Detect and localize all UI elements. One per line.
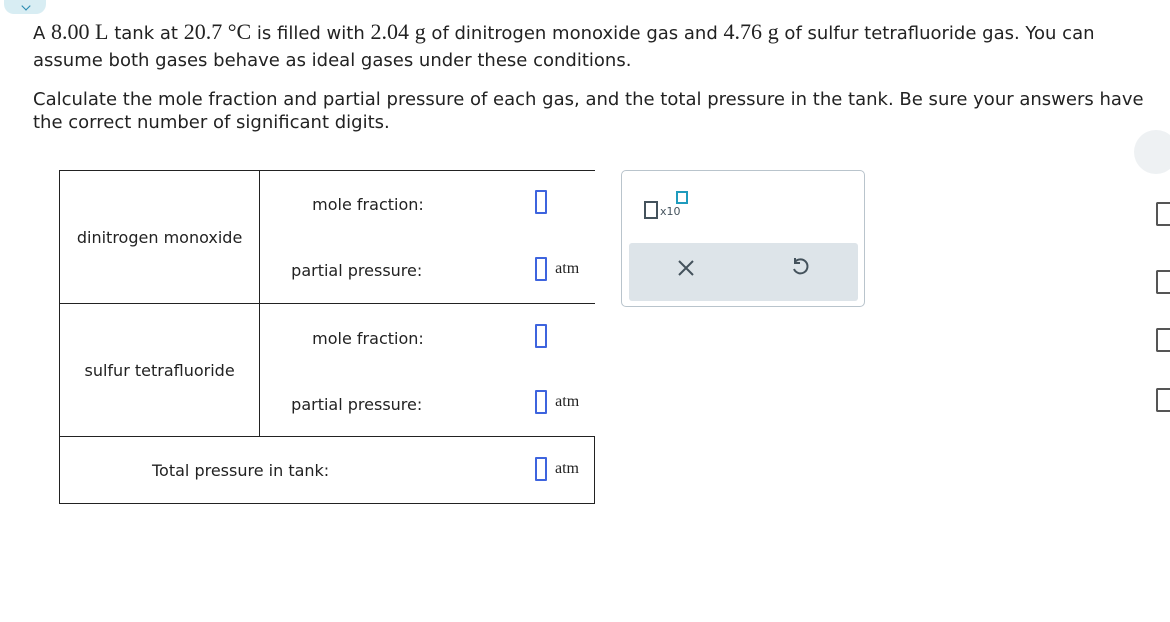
mass1-value: 2.04 bbox=[370, 19, 409, 44]
unit-atm: atm bbox=[555, 393, 580, 410]
problem-statement: A 8.00 L tank at 20.7 °C is filled with … bbox=[33, 18, 1163, 134]
n2o-mole-fraction-input[interactable] bbox=[535, 190, 548, 214]
instruction-text: Calculate the mole fraction and partial … bbox=[33, 89, 1144, 133]
right-tool-rail bbox=[1134, 130, 1170, 430]
n2o-partial-pressure-input[interactable] bbox=[535, 257, 548, 281]
mass2-value: 4.76 bbox=[723, 19, 762, 44]
gas-name-cell: dinitrogen monoxide bbox=[58, 170, 261, 304]
exponent-box-icon bbox=[676, 191, 688, 204]
undo-icon[interactable] bbox=[790, 257, 810, 283]
total-pressure-label: Total pressure in tank: bbox=[152, 461, 330, 480]
sf4-mole-fraction-input[interactable] bbox=[535, 324, 548, 348]
periodic-table-icon[interactable] bbox=[1156, 328, 1170, 352]
mole-fraction-label: mole fraction: bbox=[312, 329, 424, 348]
rail-toggle-button[interactable] bbox=[1134, 130, 1170, 174]
calculator-icon[interactable] bbox=[1156, 202, 1170, 226]
partial-pressure-label: partial pressure: bbox=[291, 261, 423, 280]
total-pressure-input[interactable] bbox=[535, 457, 547, 481]
x10-label: x10 bbox=[660, 205, 681, 218]
volume-value: 8.00 L bbox=[51, 19, 109, 44]
temperature-value: 20.7 °C bbox=[183, 19, 252, 44]
x-icon[interactable] bbox=[677, 258, 695, 283]
partial-pressure-label: partial pressure: bbox=[291, 395, 423, 414]
unit-atm: atm bbox=[555, 460, 579, 477]
chevron-down-icon bbox=[21, 1, 31, 11]
sf4-partial-pressure-input[interactable] bbox=[535, 390, 548, 414]
notes-icon[interactable] bbox=[1156, 388, 1170, 412]
base-box-icon bbox=[644, 201, 658, 219]
gas-name-dinitrogen-monoxide: dinitrogen monoxide bbox=[76, 227, 243, 247]
mole-fraction-label: mole fraction: bbox=[312, 195, 424, 214]
unit-atm: atm bbox=[555, 260, 580, 277]
answer-table: dinitrogen monoxide mole fraction: parti… bbox=[58, 170, 595, 504]
problem-text: A 8.00 L tank at 20.7 °C is filled with … bbox=[33, 19, 1095, 71]
gas-name-cell: sulfur tetrafluoride bbox=[58, 303, 261, 437]
scientific-notation-button[interactable]: x10 bbox=[644, 191, 696, 221]
data-icon[interactable] bbox=[1156, 270, 1170, 294]
collapse-tab[interactable] bbox=[4, 0, 46, 14]
action-toolbar bbox=[629, 243, 858, 301]
math-tool-panel: x10 bbox=[621, 170, 865, 307]
gas-name-sulfur-tetrafluoride: sulfur tetrafluoride bbox=[84, 360, 235, 380]
